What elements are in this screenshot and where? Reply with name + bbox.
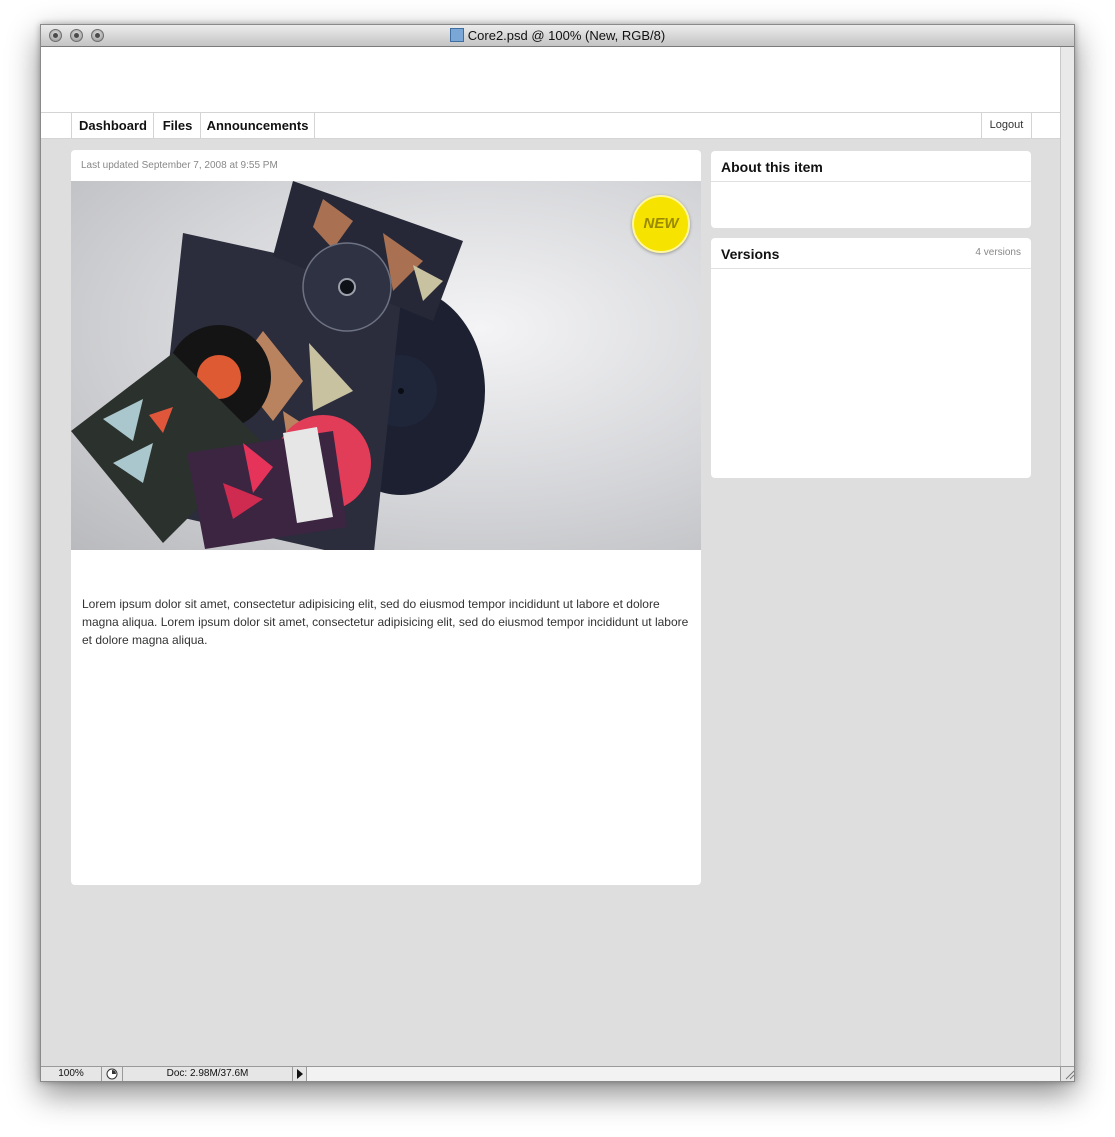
doc-size: Doc: 2.98M/37.6M xyxy=(123,1067,293,1081)
photoshop-window: Core2.psd @ 100% (New, RGB/8) Dashboard … xyxy=(40,24,1075,1082)
nav-dashboard[interactable]: Dashboard xyxy=(71,113,154,138)
last-updated: Last updated September 7, 2008 at 9:55 P… xyxy=(81,160,278,171)
about-title: About this item xyxy=(721,159,823,175)
resize-grip-icon[interactable] xyxy=(1063,1068,1074,1080)
nav-files[interactable]: Files xyxy=(153,113,201,138)
versions-title: Versions xyxy=(721,246,780,262)
divider xyxy=(711,181,1031,182)
about-panel: About this item xyxy=(711,151,1031,228)
status-menu-arrow-icon[interactable] xyxy=(293,1067,307,1081)
psd-file-icon xyxy=(449,28,464,42)
item-description: Lorem ipsum dolor sit amet, consectetur … xyxy=(82,597,689,647)
window-title: Core2.psd @ 100% (New, RGB/8) xyxy=(467,28,666,43)
title-bar: Core2.psd @ 100% (New, RGB/8) xyxy=(41,25,1074,47)
site-header xyxy=(41,47,1061,112)
main-nav: Dashboard Files Announcements Logout xyxy=(41,112,1061,139)
versions-panel: Versions 4 versions xyxy=(711,238,1031,478)
logout-link[interactable]: Logout xyxy=(981,113,1032,138)
zoom-level[interactable]: 100% xyxy=(41,1067,102,1081)
vertical-scrollbar[interactable] xyxy=(1060,47,1074,1068)
new-badge: NEW xyxy=(632,195,690,253)
item-image: NEW xyxy=(71,181,701,550)
status-bar: 100% Doc: 2.98M/37.6M xyxy=(41,1066,1074,1081)
nav-announcements[interactable]: Announcements xyxy=(200,113,315,138)
item-card: Last updated September 7, 2008 at 9:55 P… xyxy=(71,150,701,885)
versions-count: 4 versions xyxy=(975,247,1021,258)
divider xyxy=(711,268,1031,269)
canvas: Dashboard Files Announcements Logout Las… xyxy=(41,47,1061,1068)
status-icon[interactable] xyxy=(102,1067,123,1081)
horizontal-scrollbar[interactable] xyxy=(307,1067,1061,1081)
